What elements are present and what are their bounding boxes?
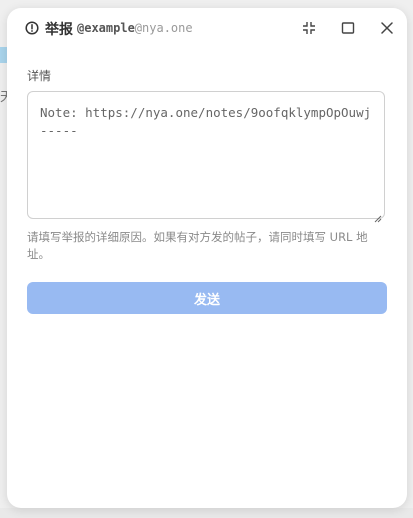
maximize-button[interactable] (338, 18, 358, 38)
details-label: 详情 (27, 69, 52, 83)
exclamation-circle-icon (25, 20, 39, 35)
resize-grip-icon[interactable] (374, 208, 382, 223)
dialog-titlebar: 举报 @example@nya.one (7, 8, 407, 48)
close-button[interactable] (377, 18, 397, 38)
minimize-button[interactable] (299, 18, 319, 38)
reported-user-name: @example (77, 21, 135, 35)
dialog-title: 举报 (45, 22, 73, 38)
reported-user-host: @nya.one (134, 21, 193, 35)
reported-user: @example@nya.one (77, 21, 193, 35)
background-bottom-strip (0, 508, 413, 518)
send-button[interactable]: 发送 (27, 282, 387, 314)
close-icon (381, 22, 393, 34)
report-details-input[interactable]: Note: https://nya.one/notes/9oofqklympOp… (28, 92, 384, 218)
details-textarea-frame: Note: https://nya.one/notes/9oofqklympOp… (27, 91, 385, 223)
compress-icon (303, 22, 315, 34)
square-icon (341, 22, 355, 34)
details-hint: 请填写举报的详细原因。如果有对方发的帖子，请同时填写 URL 地址。 (27, 230, 368, 261)
report-dialog: 举报 @example@nya.one 详情 Note: https://nya… (7, 8, 407, 508)
